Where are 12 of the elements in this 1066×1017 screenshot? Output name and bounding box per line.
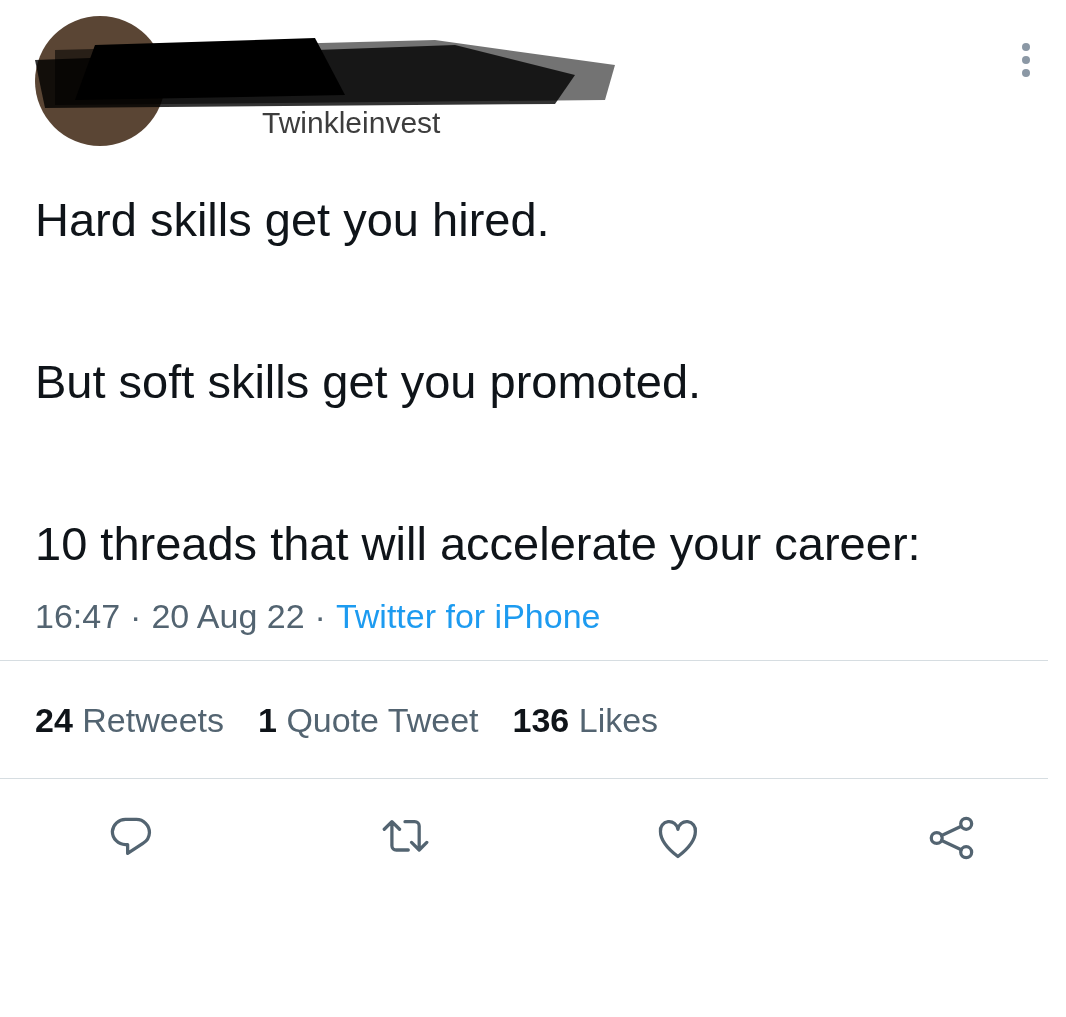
tweet-text: Hard skills get you hired. xyxy=(35,192,551,248)
tweet-date: 20 Aug 22 xyxy=(151,597,305,636)
tweet-text: But soft skills get you promoted. xyxy=(35,354,703,410)
more-options-icon[interactable] xyxy=(1021,42,1031,78)
engagement-stat[interactable]: 136 Likes xyxy=(512,701,659,740)
engagement-stat[interactable]: 24 Retweets xyxy=(35,701,224,740)
user-handle: Twinkleinvest xyxy=(262,106,441,140)
engagement-stat[interactable]: 1 Quote Tweet xyxy=(258,701,479,740)
separator-dot: · xyxy=(314,597,326,636)
tweet-text: 10 threads that will accelerate your career: xyxy=(35,516,922,572)
tweet-time: 16:47 xyxy=(35,597,121,636)
separator-dot: · xyxy=(130,597,142,636)
